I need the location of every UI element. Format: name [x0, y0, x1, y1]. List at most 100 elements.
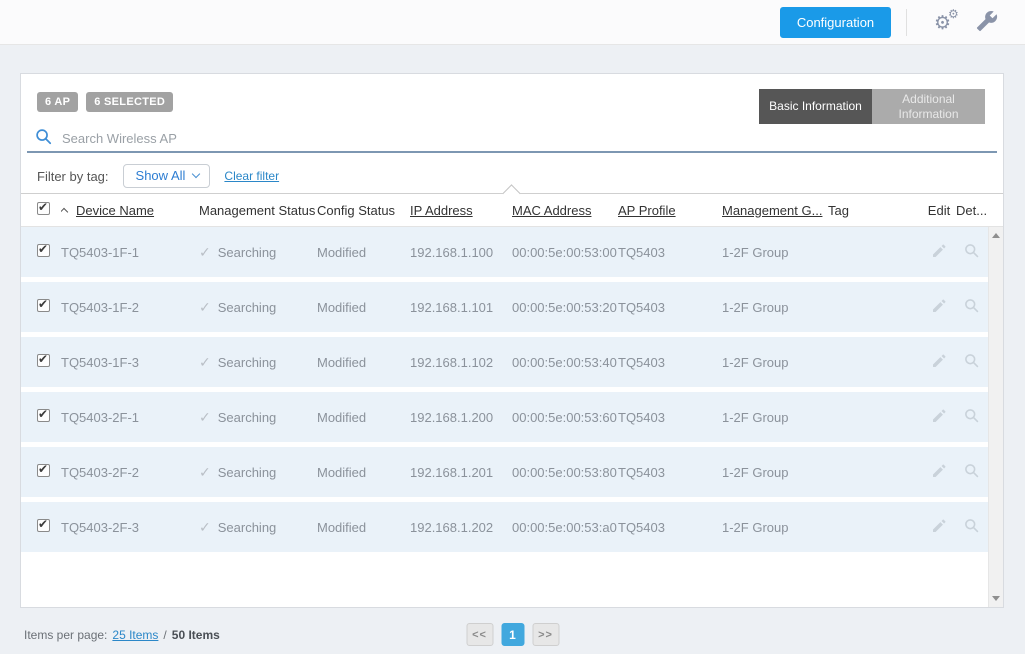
details-icon[interactable]: [964, 298, 979, 316]
management-status-cell: ✓Searching: [199, 409, 317, 426]
tab-additional-information[interactable]: Additional Information: [872, 89, 985, 124]
device-name-cell: TQ5403-2F-1: [61, 410, 199, 425]
column-device-name[interactable]: Device Name: [76, 203, 154, 218]
management-status-cell: ✓Searching: [199, 299, 317, 316]
management-status-cell: ✓Searching: [199, 519, 317, 536]
mac-address-cell: 00:00:5e:00:53:a0: [512, 520, 618, 535]
edit-icon[interactable]: [931, 243, 947, 262]
mac-address-cell: 00:00:5e:00:53:60: [512, 410, 618, 425]
next-page-button[interactable]: >>: [532, 623, 559, 646]
management-group-cell: 1-2F Group: [722, 300, 828, 315]
ip-address-cell: 192.168.1.201: [410, 465, 512, 480]
edit-icon[interactable]: [931, 353, 947, 372]
sort-asc-icon: [61, 207, 68, 215]
ap-profile-cell: TQ5403: [618, 355, 722, 370]
configuration-button[interactable]: Configuration: [780, 7, 891, 38]
table-body: ✔ TQ5403-1F-1 ✓Searching Modified 192.16…: [21, 227, 1003, 607]
table-row[interactable]: ✔ TQ5403-2F-1 ✓Searching Modified 192.16…: [21, 392, 988, 442]
ap-count-badge: 6 AP: [37, 92, 78, 112]
status-check-icon: ✓: [199, 299, 211, 315]
ap-profile-cell: TQ5403: [618, 520, 722, 535]
column-ap-profile[interactable]: AP Profile: [618, 203, 676, 218]
separator: /: [163, 628, 166, 642]
management-group-cell: 1-2F Group: [722, 465, 828, 480]
edit-icon[interactable]: [931, 408, 947, 427]
ap-profile-cell: TQ5403: [618, 300, 722, 315]
table-row[interactable]: ✔ TQ5403-2F-3 ✓Searching Modified 192.16…: [21, 502, 988, 552]
status-check-icon: ✓: [199, 354, 211, 370]
page-size-link[interactable]: 25 Items: [112, 628, 158, 642]
items-per-page: Items per page: 25 Items / 50 Items: [24, 628, 220, 642]
row-checkbox[interactable]: ✔: [37, 464, 50, 477]
wrench-icon[interactable]: [976, 10, 1000, 34]
total-items-label: 50 Items: [172, 628, 220, 642]
ip-address-cell: 192.168.1.200: [410, 410, 512, 425]
search-input[interactable]: [62, 131, 989, 146]
edit-icon[interactable]: [931, 463, 947, 482]
column-management-group[interactable]: Management G...: [722, 203, 822, 218]
details-icon[interactable]: [964, 408, 979, 426]
tag-filter-dropdown[interactable]: Show All: [123, 164, 211, 188]
filter-by-tag-label: Filter by tag:: [37, 169, 109, 184]
details-icon[interactable]: [964, 353, 979, 371]
status-check-icon: ✓: [199, 519, 211, 535]
table-header: ✔ Device Name Management Status Config S…: [21, 194, 1003, 227]
table-row[interactable]: ✔ TQ5403-1F-3 ✓Searching Modified 192.16…: [21, 337, 988, 387]
vertical-scrollbar[interactable]: [988, 227, 1003, 607]
topbar-divider: [906, 9, 907, 36]
management-group-cell: 1-2F Group: [722, 245, 828, 260]
tab-basic-information[interactable]: Basic Information: [759, 89, 872, 124]
count-badges: 6 AP 6 SELECTED: [37, 92, 173, 112]
config-status-cell: Modified: [317, 465, 410, 480]
mac-address-cell: 00:00:5e:00:53:20: [512, 300, 618, 315]
edit-icon[interactable]: [931, 518, 947, 537]
clear-filter-link[interactable]: Clear filter: [224, 169, 279, 183]
table-row[interactable]: ✔ TQ5403-1F-2 ✓Searching Modified 192.16…: [21, 282, 988, 332]
prev-page-button[interactable]: <<: [466, 623, 493, 646]
status-check-icon: ✓: [199, 464, 211, 480]
table-row[interactable]: ✔ TQ5403-1F-1 ✓Searching Modified 192.16…: [21, 227, 988, 277]
column-mac-address[interactable]: MAC Address: [512, 203, 591, 218]
mac-address-cell: 00:00:5e:00:53:40: [512, 355, 618, 370]
table-row[interactable]: ✔ TQ5403-2F-2 ✓Searching Modified 192.16…: [21, 447, 988, 497]
device-name-cell: TQ5403-2F-2: [61, 465, 199, 480]
info-tabs: Basic Information Additional Information: [759, 89, 985, 124]
row-checkbox[interactable]: ✔: [37, 299, 50, 312]
scroll-up-icon[interactable]: [992, 233, 1000, 238]
search-bar: [27, 126, 997, 153]
column-management-status: Management Status: [199, 203, 317, 218]
mac-address-cell: 00:00:5e:00:53:00: [512, 245, 618, 260]
search-icon: [35, 128, 52, 150]
status-check-icon: ✓: [199, 409, 211, 425]
edit-icon[interactable]: [931, 298, 947, 317]
row-checkbox[interactable]: ✔: [37, 409, 50, 422]
config-status-cell: Modified: [317, 355, 410, 370]
page-1-button[interactable]: 1: [501, 623, 524, 646]
ip-address-cell: 192.168.1.102: [410, 355, 512, 370]
management-group-cell: 1-2F Group: [722, 410, 828, 425]
ap-profile-cell: TQ5403: [618, 245, 722, 260]
row-checkbox[interactable]: ✔: [37, 519, 50, 532]
scroll-down-icon[interactable]: [992, 596, 1000, 601]
ap-profile-cell: TQ5403: [618, 410, 722, 425]
details-icon[interactable]: [964, 243, 979, 261]
row-checkbox[interactable]: ✔: [37, 244, 50, 257]
selected-count-badge: 6 SELECTED: [86, 92, 173, 112]
ap-profile-cell: TQ5403: [618, 465, 722, 480]
device-name-cell: TQ5403-1F-3: [61, 355, 199, 370]
details-icon[interactable]: [964, 463, 979, 481]
management-status-cell: ✓Searching: [199, 244, 317, 261]
config-status-cell: Modified: [317, 410, 410, 425]
select-all-checkbox[interactable]: ✔: [37, 202, 50, 215]
ip-address-cell: 192.168.1.202: [410, 520, 512, 535]
details-icon[interactable]: [964, 518, 979, 536]
row-checkbox[interactable]: ✔: [37, 354, 50, 367]
wireless-ap-panel: 6 AP 6 SELECTED Basic Information Additi…: [20, 73, 1004, 608]
column-ip-address[interactable]: IP Address: [410, 203, 473, 218]
management-group-cell: 1-2F Group: [722, 520, 828, 535]
device-name-cell: TQ5403-1F-2: [61, 300, 199, 315]
tag-filter-value: Show All: [136, 168, 186, 183]
config-status-cell: Modified: [317, 245, 410, 260]
settings-gears-icon[interactable]: ⚙ ⚙: [932, 8, 962, 38]
management-group-cell: 1-2F Group: [722, 355, 828, 370]
